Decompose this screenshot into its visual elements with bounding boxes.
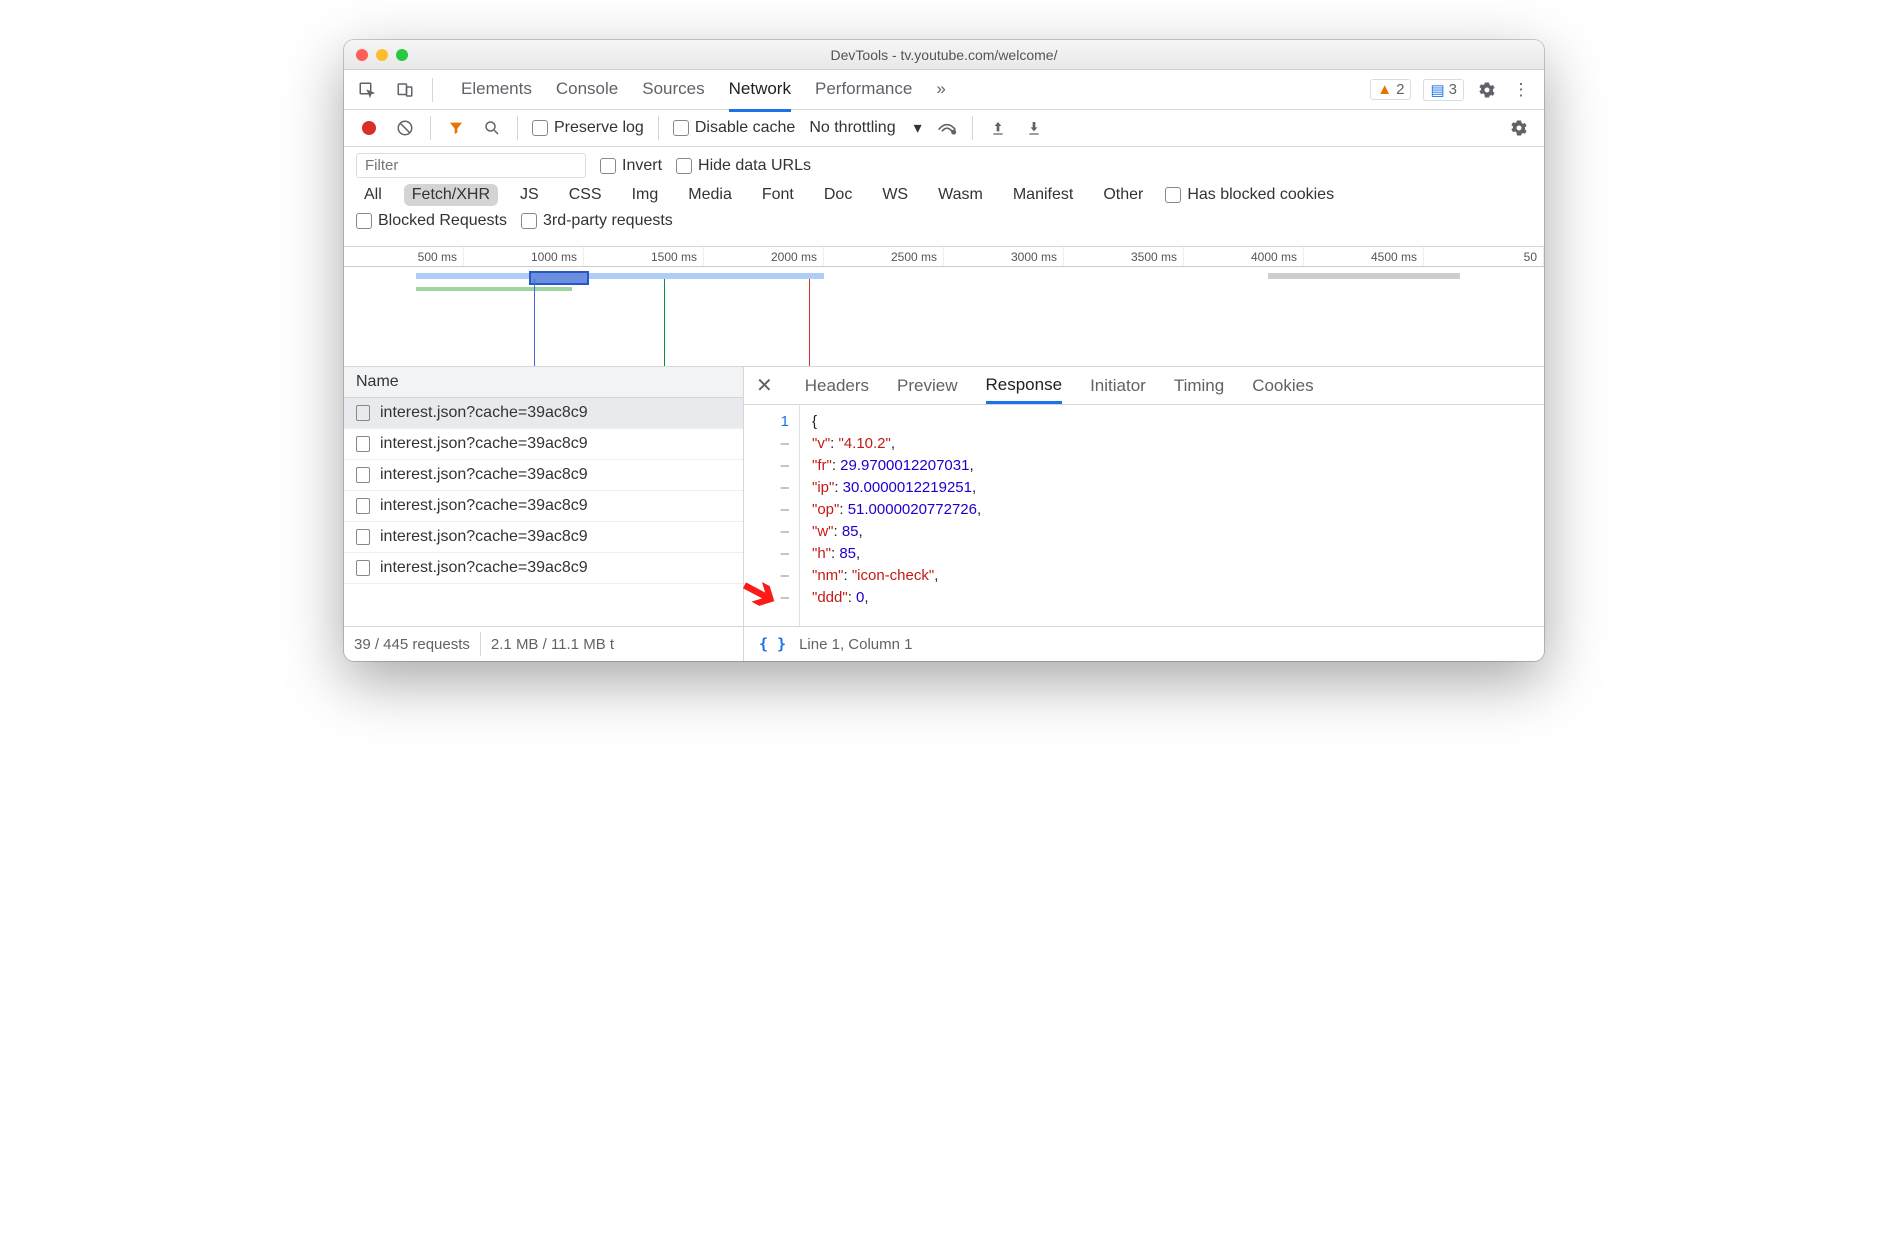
- tab-overflow[interactable]: »: [936, 69, 945, 111]
- request-count: 39 / 445 requests: [354, 636, 470, 653]
- request-row[interactable]: interest.json?cache=39ac8c9: [344, 491, 743, 522]
- detail-panel: ✕ Headers Preview Response Initiator Tim…: [744, 367, 1544, 626]
- throttling-select[interactable]: No throttling ▾: [809, 118, 921, 138]
- file-icon: [356, 560, 370, 576]
- file-icon: [356, 405, 370, 421]
- invert-checkbox[interactable]: Invert: [600, 157, 662, 175]
- third-party-requests-checkbox[interactable]: 3rd-party requests: [521, 212, 673, 230]
- request-name: interest.json?cache=39ac8c9: [380, 528, 588, 546]
- timeline-tick: 500 ms: [344, 247, 464, 266]
- tab-network[interactable]: Network: [729, 69, 791, 112]
- filter-type-fetchxhr[interactable]: Fetch/XHR: [404, 184, 498, 206]
- tab-elements[interactable]: Elements: [461, 69, 532, 111]
- request-name: interest.json?cache=39ac8c9: [380, 435, 588, 453]
- clear-icon[interactable]: [394, 117, 416, 139]
- transfer-size: 2.1 MB / 11.1 MB t: [491, 636, 614, 653]
- preserve-log-checkbox[interactable]: Preserve log: [532, 119, 644, 137]
- detail-tab-cookies[interactable]: Cookies: [1252, 376, 1313, 396]
- record-button[interactable]: [358, 117, 380, 139]
- settings-icon[interactable]: [1476, 79, 1498, 101]
- inspect-icon[interactable]: [356, 79, 378, 101]
- network-settings-icon[interactable]: [1508, 117, 1530, 139]
- timeline-tick: 1000 ms: [464, 247, 584, 266]
- filter-icon[interactable]: [445, 117, 467, 139]
- request-row[interactable]: interest.json?cache=39ac8c9: [344, 522, 743, 553]
- tab-performance[interactable]: Performance: [815, 69, 912, 111]
- network-timeline[interactable]: 500 ms1000 ms1500 ms2000 ms2500 ms3000 m…: [344, 247, 1544, 367]
- request-row[interactable]: interest.json?cache=39ac8c9: [344, 553, 743, 584]
- filter-type-img[interactable]: Img: [624, 184, 667, 206]
- import-icon[interactable]: [987, 117, 1009, 139]
- file-icon: [356, 498, 370, 514]
- timeline-tick: 1500 ms: [584, 247, 704, 266]
- file-icon: [356, 529, 370, 545]
- file-icon: [356, 467, 370, 483]
- filter-type-css[interactable]: CSS: [561, 184, 610, 206]
- request-name: interest.json?cache=39ac8c9: [380, 466, 588, 484]
- detail-tab-initiator[interactable]: Initiator: [1090, 376, 1146, 396]
- column-header-name[interactable]: Name: [344, 367, 743, 398]
- detail-tab-preview[interactable]: Preview: [897, 376, 957, 396]
- filter-input[interactable]: [356, 153, 586, 178]
- export-icon[interactable]: [1023, 117, 1045, 139]
- filter-type-js[interactable]: JS: [512, 184, 547, 206]
- request-row[interactable]: interest.json?cache=39ac8c9: [344, 398, 743, 429]
- filter-type-ws[interactable]: WS: [874, 184, 916, 206]
- main-tabstrip: Elements Console Sources Network Perform…: [344, 70, 1544, 110]
- filter-type-wasm[interactable]: Wasm: [930, 184, 991, 206]
- file-icon: [356, 436, 370, 452]
- detail-tabstrip: ✕ Headers Preview Response Initiator Tim…: [744, 367, 1544, 405]
- network-splitpane: Name interest.json?cache=39ac8c9 interest…: [344, 367, 1544, 627]
- filter-type-other[interactable]: Other: [1095, 184, 1151, 206]
- request-row[interactable]: interest.json?cache=39ac8c9: [344, 429, 743, 460]
- load-marker: [664, 279, 665, 366]
- more-icon[interactable]: ⋮: [1510, 79, 1532, 101]
- tab-console[interactable]: Console: [556, 69, 618, 111]
- filter-bar: Invert Hide data URLs All Fetch/XHR JS CSS I…: [344, 147, 1544, 247]
- filter-type-font[interactable]: Font: [754, 184, 802, 206]
- timeline-tick: 2000 ms: [704, 247, 824, 266]
- detail-tab-response[interactable]: Response: [986, 375, 1063, 404]
- disable-cache-checkbox[interactable]: Disable cache: [673, 119, 796, 137]
- titlebar: DevTools - tv.youtube.com/welcome/: [344, 40, 1544, 70]
- warnings-badge[interactable]: ▲2: [1370, 79, 1411, 100]
- request-row[interactable]: interest.json?cache=39ac8c9: [344, 460, 743, 491]
- device-toggle-icon[interactable]: [394, 79, 416, 101]
- detail-tab-timing[interactable]: Timing: [1174, 376, 1224, 396]
- response-body[interactable]: 1–––––––– { "v": "4.10.2", "fr": 29.9700…: [744, 405, 1544, 626]
- request-name: interest.json?cache=39ac8c9: [380, 497, 588, 515]
- request-list-panel: Name interest.json?cache=39ac8c9 interest…: [344, 367, 744, 626]
- timeline-tick: 2500 ms: [824, 247, 944, 266]
- filter-type-manifest[interactable]: Manifest: [1005, 184, 1081, 206]
- cursor-position: Line 1, Column 1: [799, 636, 912, 653]
- search-icon[interactable]: [481, 117, 503, 139]
- window-title: DevTools - tv.youtube.com/welcome/: [344, 47, 1544, 63]
- request-name: interest.json?cache=39ac8c9: [380, 559, 588, 577]
- request-name: interest.json?cache=39ac8c9: [380, 404, 588, 422]
- network-conditions-icon[interactable]: [936, 117, 958, 139]
- hide-data-urls-checkbox[interactable]: Hide data URLs: [676, 157, 811, 175]
- domcontentloaded-marker: [534, 279, 535, 366]
- devtools-window: DevTools - tv.youtube.com/welcome/ Eleme…: [344, 40, 1544, 661]
- tab-sources[interactable]: Sources: [642, 69, 704, 111]
- timeline-tick: 4500 ms: [1304, 247, 1424, 266]
- blocked-requests-checkbox[interactable]: Blocked Requests: [356, 212, 507, 230]
- messages-badge[interactable]: ▤3: [1423, 79, 1464, 101]
- filter-type-doc[interactable]: Doc: [816, 184, 860, 206]
- filter-type-media[interactable]: Media: [680, 184, 740, 206]
- timeline-tick: 50: [1424, 247, 1544, 266]
- timeline-tick: 3500 ms: [1064, 247, 1184, 266]
- network-toolbar: Preserve log Disable cache No throttling…: [344, 110, 1544, 147]
- detail-tab-headers[interactable]: Headers: [805, 376, 869, 396]
- has-blocked-cookies-checkbox[interactable]: Has blocked cookies: [1165, 186, 1334, 204]
- pretty-print-button[interactable]: { }: [756, 634, 789, 654]
- status-bar: 39 / 445 requests 2.1 MB / 11.1 MB t { }…: [344, 627, 1544, 661]
- filter-type-all[interactable]: All: [356, 184, 390, 206]
- timeline-tick: 3000 ms: [944, 247, 1064, 266]
- timeline-tick: 4000 ms: [1184, 247, 1304, 266]
- timeline-marker-red: [809, 279, 810, 366]
- close-detail-icon[interactable]: ✕: [756, 373, 773, 398]
